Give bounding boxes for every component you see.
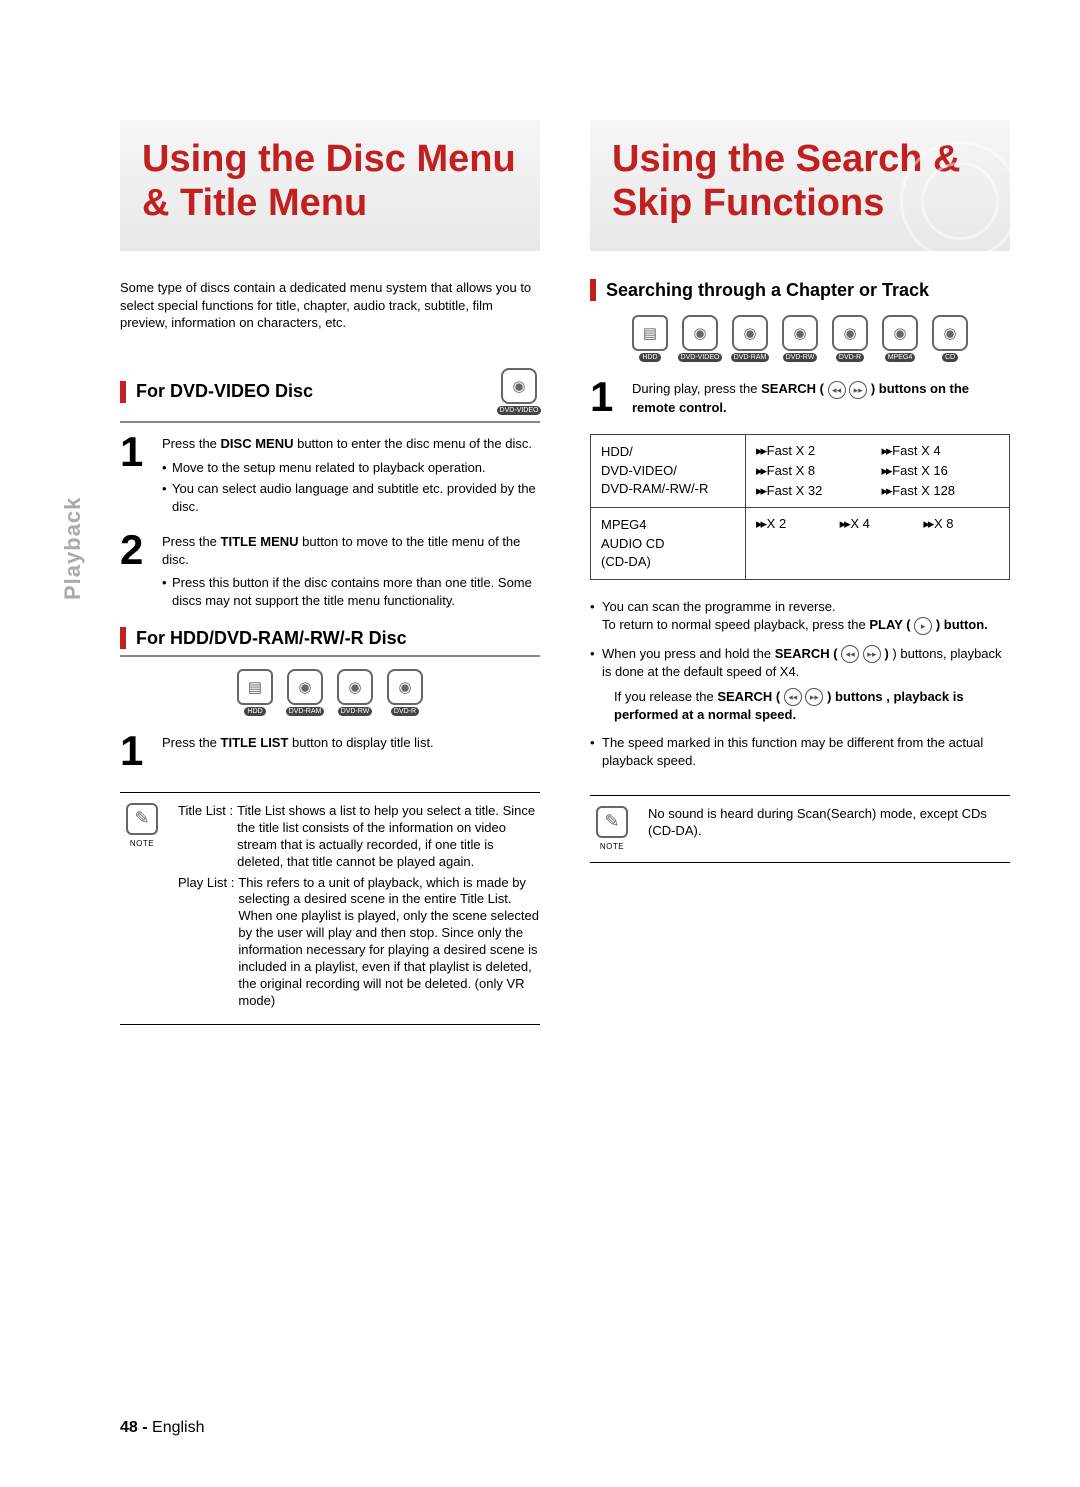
- step-1-title-list: 1 Press the TITLE LIST button to display…: [120, 734, 540, 768]
- media-badge-row: ▤HDD ◉DVD-VIDEO ◉DVD-RAM ◉DVD-RW ◉DVD-R …: [590, 315, 1010, 362]
- disc-icon-dvd-r: ◉DVD-R: [384, 669, 426, 716]
- disc-decoration-icon: [900, 141, 1020, 261]
- disc-icon-dvd-rw: ◉DVD-RW: [779, 315, 821, 362]
- disc-icon-dvd-ram: ◉DVD-RAM: [284, 669, 326, 716]
- speed-value: X 2: [756, 516, 832, 571]
- forward-icon: ▸▸: [863, 645, 881, 663]
- disc-icon-cd: ◉CD: [929, 315, 971, 362]
- rewind-icon: ◂◂: [784, 688, 802, 706]
- step-number: 2: [120, 533, 150, 609]
- step-text: During play, press the SEARCH ( ◂◂ ▸▸ ) …: [632, 381, 969, 415]
- rewind-icon: ◂◂: [828, 381, 846, 399]
- speed-value: Fast X 2: [756, 443, 874, 459]
- note-icon: ✎: [596, 806, 628, 838]
- page-footer: 48 - English: [120, 1419, 205, 1437]
- subhead-text: For DVD-VIDEO Disc: [136, 381, 313, 402]
- disc-icon-dvd-r: ◉DVD-R: [829, 315, 871, 362]
- step-1-search: 1 During play, press the SEARCH ( ◂◂ ▸▸ …: [590, 380, 1010, 416]
- step-2-dvd-video: 2 Press the TITLE MENU button to move to…: [120, 533, 540, 609]
- forward-icon: ▸▸: [805, 688, 823, 706]
- disc-icon-mpeg4: ◉MPEG4: [879, 315, 921, 362]
- rewind-icon: ◂◂: [841, 645, 859, 663]
- intro-left: Some type of discs contain a dedicated m…: [120, 279, 540, 332]
- speed-value: Fast X 8: [756, 463, 874, 479]
- step-1-dvd-video: 1 Press the DISC MENU button to enter th…: [120, 435, 540, 515]
- note-left: ✎ NOTE Title List : Title List shows a l…: [120, 792, 540, 1025]
- note-right: ✎ NOTE No sound is heard during Scan(Sea…: [590, 795, 1010, 863]
- speed-media-label: HDD/ DVD-VIDEO/ DVD-RAM/-RW/-R: [591, 435, 746, 507]
- speed-value: Fast X 128: [882, 483, 1000, 499]
- disc-icon-dvd-ram: ◉DVD-RAM: [729, 315, 771, 362]
- list-item: The speed marked in this function may be…: [590, 734, 1010, 770]
- subhead-text: Searching through a Chapter or Track: [606, 280, 929, 301]
- term-label: Title List :: [178, 803, 233, 871]
- note-text: No sound is heard during Scan(Search) mo…: [648, 806, 1010, 852]
- disc-icon-dvd-video: ◉DVD-VIDEO: [679, 315, 721, 362]
- media-badge-row: ▤HDD ◉DVD-RAM ◉DVD-RW ◉DVD-R: [120, 669, 540, 716]
- list-item: You can scan the programme in reverse. T…: [590, 598, 1010, 635]
- step-bullet: Move to the setup menu related to playba…: [162, 459, 540, 477]
- term-label: Play List :: [178, 875, 234, 1010]
- speed-value: X 8: [923, 516, 999, 571]
- disc-icon-dvd-rw: ◉DVD-RW: [334, 669, 376, 716]
- note-icon: ✎: [126, 803, 158, 835]
- disc-icon-dvd-video: ◉ DVD-VIDEO: [498, 368, 540, 415]
- red-bar-icon: [120, 381, 126, 403]
- speed-value: X 4: [840, 516, 916, 571]
- col-right: Using the Search & Skip Functions Search…: [590, 120, 1010, 1025]
- hero-box-left: Using the Disc Menu & Title Menu: [120, 120, 540, 251]
- step-text: Press the DISC MENU button to enter the …: [162, 436, 532, 451]
- red-bar-icon: [590, 279, 596, 301]
- speed-value: Fast X 16: [882, 463, 1000, 479]
- play-icon: ▸: [914, 617, 932, 635]
- red-bar-icon: [120, 627, 126, 649]
- section-tab: Playback: [60, 497, 86, 600]
- step-number: 1: [590, 380, 620, 416]
- speed-value: Fast X 4: [882, 443, 1000, 459]
- step-text: Press the TITLE LIST button to display t…: [162, 735, 434, 750]
- speed-table: HDD/ DVD-VIDEO/ DVD-RAM/-RW/-R Fast X 2 …: [590, 434, 1010, 580]
- list-item: When you press and hold the SEARCH ( ◂◂ …: [590, 645, 1010, 725]
- page-number: 48 -: [120, 1419, 148, 1436]
- subhead-dvd-video: For DVD-VIDEO Disc ◉ DVD-VIDEO: [120, 368, 540, 423]
- hero-box-right: Using the Search & Skip Functions: [590, 120, 1010, 251]
- step-bullet: Press this button if the disc contains m…: [162, 574, 540, 609]
- hero-title-left: Using the Disc Menu & Title Menu: [142, 138, 518, 225]
- term-text: Title List shows a list to help you sele…: [237, 803, 540, 871]
- disc-icon-hdd: ▤HDD: [234, 669, 276, 716]
- note-label: NOTE: [600, 842, 624, 852]
- speed-media-label: MPEG4 AUDIO CD (CD-DA): [591, 508, 746, 579]
- subhead-text: For HDD/DVD-RAM/-RW/-R Disc: [136, 628, 407, 649]
- step-number: 1: [120, 435, 150, 515]
- col-left: Using the Disc Menu & Title Menu Some ty…: [120, 120, 540, 1025]
- note-label: NOTE: [130, 839, 154, 849]
- speed-value: Fast X 32: [756, 483, 874, 499]
- disc-icon-hdd: ▤HDD: [629, 315, 671, 362]
- search-notes-list: You can scan the programme in reverse. T…: [590, 598, 1010, 771]
- step-text: Press the TITLE MENU button to move to t…: [162, 534, 520, 567]
- step-bullet: You can select audio language and subtit…: [162, 480, 540, 515]
- subhead-hdd-dvdram: For HDD/DVD-RAM/-RW/-R Disc: [120, 627, 540, 657]
- term-text: This refers to a unit of playback, which…: [238, 875, 540, 1010]
- forward-icon: ▸▸: [849, 381, 867, 399]
- step-number: 1: [120, 734, 150, 768]
- page-language: English: [152, 1419, 204, 1436]
